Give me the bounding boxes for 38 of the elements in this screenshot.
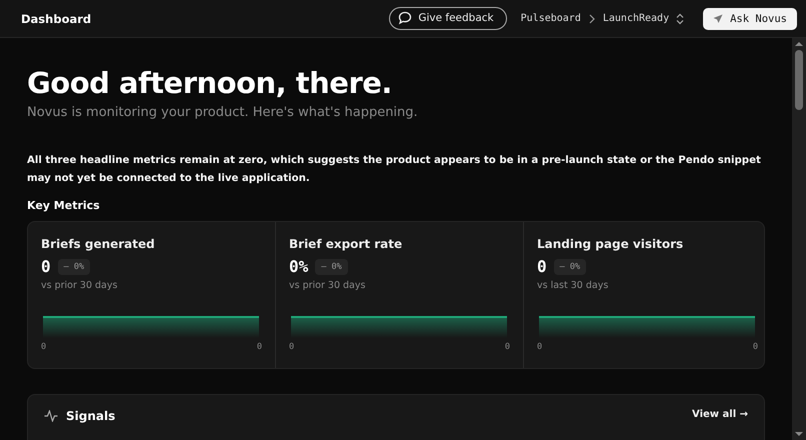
period-text: vs prior 30 days [289, 280, 366, 291]
scrollbar[interactable] [792, 38, 806, 440]
breadcrumb-item[interactable]: LaunchReady [602, 13, 670, 24]
axis-label: 0 [537, 342, 542, 352]
metric-value: 0 [41, 257, 51, 276]
metric-value: 0% [289, 257, 308, 276]
change-badge: – 0% [315, 258, 348, 274]
scroll-thumb[interactable] [795, 50, 803, 110]
up-down-chevron-icon[interactable] [676, 12, 684, 24]
section-heading: Key Metrics [27, 199, 101, 212]
summary-text: All three headline metrics remain at zero, which suggests the product appears to be in a pre-launch state or the Pendo snippet may not yet be connected to the live application. [27, 154, 762, 186]
period-text: vs prior 30 days [41, 280, 118, 291]
send-icon [713, 14, 724, 24]
axis-label: 0 [256, 342, 262, 352]
period-text: vs last 30 days [537, 280, 610, 291]
axis-label: 0 [504, 342, 510, 352]
greeting-heading: Good afternoon, there. [27, 66, 393, 100]
scroll-up-icon[interactable] [795, 41, 803, 47]
page-title: Dashboard [21, 12, 92, 26]
ask-button[interactable]: Ask Novus [703, 8, 797, 30]
breadcrumb-item[interactable]: Pulseboard [520, 13, 581, 24]
feedback-button[interactable]: Give feedback [389, 7, 507, 30]
greeting-subtitle: Novus is monitoring your product. Here's what's happening. [27, 105, 419, 120]
pulse-icon [44, 410, 58, 422]
change-badge: – 0% [58, 258, 90, 274]
metric-label: Briefs generated [41, 237, 156, 251]
chevron-icon [588, 14, 596, 24]
axis-label: 0 [41, 342, 46, 352]
scroll-down-icon[interactable] [795, 431, 803, 437]
axis-label: 0 [289, 342, 294, 352]
chat-bubble-icon [398, 11, 412, 25]
metric-value: 0 [537, 257, 547, 276]
view-all-link[interactable]: View all → [692, 409, 748, 420]
panel-title: Signals [66, 409, 116, 423]
axis-label: 0 [752, 342, 758, 352]
change-badge: – 0% [554, 258, 586, 274]
metric-label: Brief export rate [289, 237, 404, 251]
metric-label: Landing page visitors [537, 237, 684, 251]
